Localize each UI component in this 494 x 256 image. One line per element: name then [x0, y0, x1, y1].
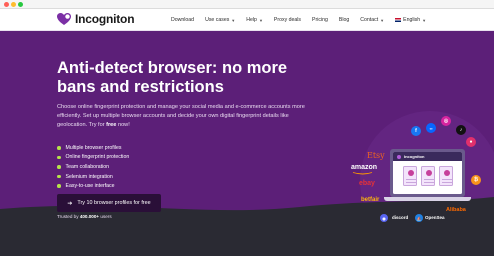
bullet-icon	[57, 165, 61, 169]
try-free-button[interactable]: ➔ Try 10 browser profiles for free	[57, 194, 161, 212]
avatar	[408, 170, 414, 176]
chevron-down-icon: ▼	[258, 17, 263, 23]
card-line	[424, 182, 434, 184]
hero-title-line1: Anti-detect browser: no more	[57, 59, 288, 77]
list-item: Team collaboration	[57, 162, 129, 172]
cta-label: Try 10 browser profiles for free	[77, 200, 151, 206]
chevron-down-icon: ▼	[380, 17, 385, 23]
bullet-icon	[57, 146, 61, 150]
arrow-right-icon: ➔	[67, 200, 73, 207]
nav-pricing[interactable]: Pricing	[312, 17, 328, 23]
etsy-logo: Etsy	[367, 151, 385, 160]
uk-flag-icon	[395, 18, 402, 22]
bullet-icon	[57, 184, 61, 188]
profile-card	[403, 166, 417, 186]
alibaba-logo: Alibaba	[446, 207, 466, 213]
app-logo-icon	[397, 154, 401, 159]
opensea-logo: OpenSea	[425, 215, 445, 220]
opensea-icon: ⛵	[415, 214, 423, 222]
logo-text: Incogniton	[75, 12, 135, 26]
window-close-dot[interactable]	[4, 2, 9, 7]
nav-proxy-deals-label: Proxy deals	[273, 17, 302, 23]
nav-download-label: Download	[171, 17, 195, 23]
instagram-icon: ◎	[441, 116, 451, 126]
language-label: English	[403, 17, 421, 23]
laptop-base	[384, 197, 471, 201]
discord-icon: ◉	[380, 214, 388, 222]
hero-title-line2: bans and restrictions	[57, 78, 224, 96]
card-line	[406, 182, 416, 184]
laptop-frame: Incogniton	[390, 149, 465, 197]
trusted-by-text: Trusted by 400.000+ users	[57, 214, 112, 219]
discord-logo: discord	[392, 215, 409, 220]
profile-card	[421, 166, 435, 186]
nav-blog-label: Blog	[338, 17, 350, 23]
logo[interactable]: Incogniton	[57, 12, 135, 26]
tiktok-icon: ♪	[456, 125, 466, 135]
language-selector[interactable]: English ▼	[395, 17, 426, 23]
laptop-screen: Incogniton	[393, 152, 462, 194]
trusted-pre: Trusted by	[57, 214, 80, 219]
amazon-logo: amazon	[351, 164, 378, 171]
dribbble-icon: ●	[466, 137, 476, 147]
nav-contact[interactable]: Contact ▼	[360, 17, 384, 23]
card-line	[442, 179, 452, 181]
facebook-icon: f	[411, 126, 421, 136]
list-item: Multiple browser profiles	[57, 143, 129, 153]
nav-contact-label: Contact	[360, 17, 379, 23]
bullet-icon	[57, 155, 61, 160]
list-item: Easy-to-use interface	[57, 181, 129, 191]
betfair-logo: betfair	[361, 197, 380, 203]
list-item: Online fingerprint protection	[57, 153, 129, 163]
bullet-icon	[57, 174, 61, 179]
feature-label: Online fingerprint protection	[65, 154, 130, 161]
chevron-down-icon: ▼	[231, 17, 236, 23]
app-name: Incogniton	[404, 154, 425, 159]
window-minimize-dot[interactable]	[11, 2, 16, 7]
chevron-down-icon: ▼	[422, 17, 427, 23]
feature-label: Selenium integration	[65, 173, 113, 180]
description-end: now!	[116, 122, 130, 128]
bitcoin-icon: ₿	[471, 175, 481, 185]
hero-section: Anti-detect browser: no more bans and re…	[0, 31, 494, 256]
card-line	[424, 179, 434, 181]
hero-description: Choose online fingerprint protection and…	[57, 103, 305, 130]
list-item: Selenium integration	[57, 172, 129, 182]
feature-label: Multiple browser profiles	[65, 144, 122, 151]
avatar	[426, 170, 432, 176]
window-maximize-dot[interactable]	[18, 2, 23, 7]
top-navigation: Incogniton Download Use cases ▼ Help ▼ Pro…	[0, 9, 494, 31]
feature-label: Team collaboration	[65, 163, 110, 170]
nav-download[interactable]: Download	[171, 17, 194, 23]
nav-blog[interactable]: Blog	[339, 17, 349, 23]
trusted-count: 400.000+	[79, 214, 100, 219]
nav-help-label: Help	[246, 17, 257, 23]
description-free: free	[106, 122, 117, 128]
feature-list: Multiple browser profiles Online fingerp…	[57, 143, 129, 191]
profile-card	[439, 166, 453, 186]
app-header: Incogniton	[393, 152, 462, 161]
hero-title: Anti-detect browser: no more bans and re…	[57, 59, 327, 97]
avatar	[444, 170, 450, 176]
laptop-illustration: Incogniton	[384, 149, 471, 201]
browser-chrome	[0, 0, 494, 9]
nav-use-cases[interactable]: Use cases ▼	[205, 17, 235, 23]
amazon-smile-icon	[352, 172, 373, 175]
card-line	[406, 179, 416, 181]
nav-pricing-label: Pricing	[312, 17, 328, 23]
feature-label: Easy-to-use interface	[65, 183, 115, 190]
logo-icon	[57, 13, 71, 25]
trusted-post: users	[99, 214, 112, 219]
nav-use-cases-label: Use cases	[205, 17, 230, 23]
nav-help[interactable]: Help ▼	[246, 17, 263, 23]
card-line	[442, 182, 452, 184]
main-menu: Download Use cases ▼ Help ▼ Proxy deals Pr…	[171, 9, 437, 31]
ebay-logo: ebay	[359, 180, 375, 187]
description-text: Choose online fingerprint protection and…	[57, 104, 305, 128]
meta-icon: ∞	[426, 123, 436, 133]
nav-proxy-deals[interactable]: Proxy deals	[274, 17, 301, 23]
